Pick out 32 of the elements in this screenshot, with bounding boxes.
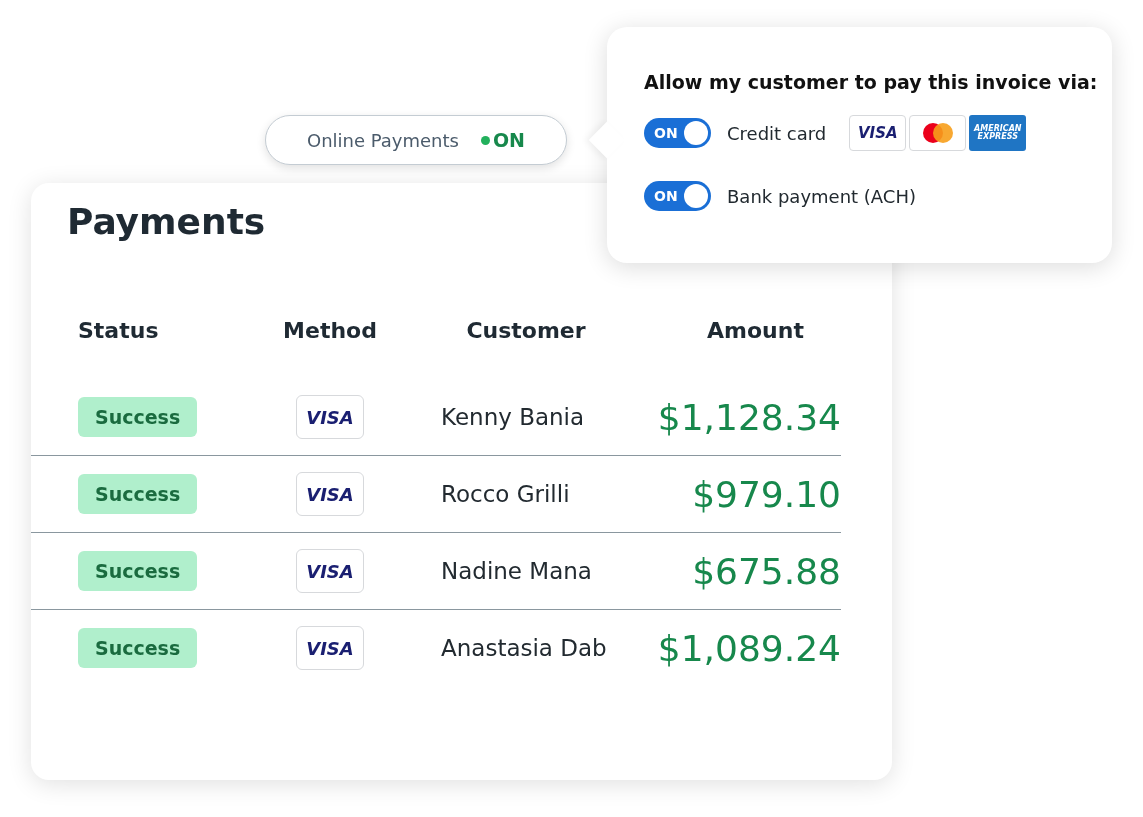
customer-name: Kenny Bania (441, 404, 585, 430)
visa-logo: VISA (296, 549, 364, 593)
status-text: ON (492, 129, 525, 151)
customer-name: Rocco Grilli (441, 481, 570, 507)
visa-logo: VISA (296, 626, 364, 670)
visa-logo: VISA (296, 472, 364, 516)
pill-label: Online Payments (307, 129, 459, 151)
customer-name: Anastasia Dab (441, 635, 607, 661)
amount: $979.10 (692, 473, 841, 515)
mastercard-logo (909, 115, 967, 151)
status-badge: Success (78, 474, 198, 514)
option-label: Bank payment (ACH) (727, 185, 916, 207)
status-badge: Success (78, 551, 198, 591)
status-badge: Success (78, 397, 198, 437)
visa-logo: VISA (849, 115, 907, 151)
customer-name: Nadine Mana (441, 558, 592, 584)
online-payments-pill[interactable]: Online Payments ON (265, 115, 567, 165)
column-header: Status (78, 318, 159, 343)
popover-heading: Allow my customer to pay this invoice via: (644, 71, 1099, 93)
visa-logo: VISA (296, 395, 364, 439)
amount: $1,128.34 (657, 396, 841, 438)
toggle-switch[interactable]: ON (644, 118, 711, 148)
column-header: Method (283, 318, 377, 343)
payments-title: Payments (67, 201, 267, 242)
toggle-switch[interactable]: ON (644, 181, 711, 211)
status-badge: Success (78, 628, 198, 668)
option-label: Credit card (727, 122, 827, 144)
amex-logo: AMERICAN EXPRESS (969, 115, 1027, 151)
column-header: Customer (466, 318, 586, 343)
amount: $675.88 (692, 550, 841, 592)
amount: $1,089.24 (657, 627, 841, 669)
column-header: Amount (707, 318, 804, 343)
